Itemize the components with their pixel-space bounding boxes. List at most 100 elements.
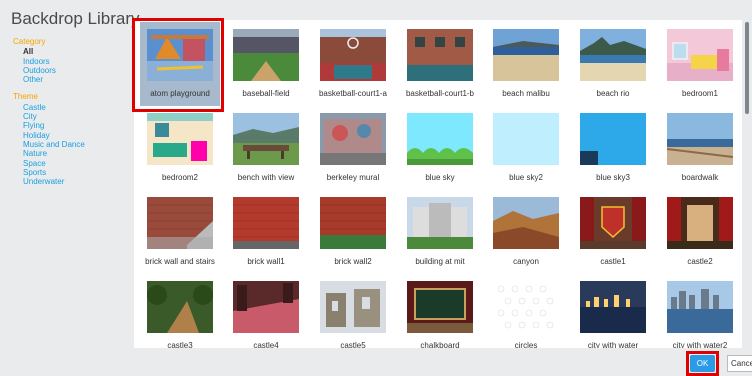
city-night-image: [580, 281, 646, 333]
backdrop-boardwalk[interactable]: boardwalk: [660, 106, 740, 190]
forest-path-image: [147, 281, 213, 333]
backdrop-label: berkeley mural: [326, 173, 380, 182]
category-indoors[interactable]: Indoors: [13, 57, 128, 66]
backdrop-bedroom2[interactable]: bedroom2: [140, 106, 220, 190]
blue-sky-image: [493, 113, 559, 165]
theme-heading: Theme: [13, 92, 38, 102]
category-heading: Category: [13, 37, 46, 46]
backdrop-label: bedroom2: [161, 173, 199, 182]
backdrop-atom-playground[interactable]: atom playground: [140, 22, 220, 106]
brick-building-image: [407, 29, 473, 81]
theme-sports[interactable]: Sports: [13, 168, 128, 177]
backdrop-beach-rio[interactable]: beach rio: [573, 22, 653, 106]
backdrop-label: atom playground: [150, 89, 210, 98]
backdrop-chalkboard[interactable]: chalkboard: [400, 274, 480, 348]
backdrop-basketball-court1-a[interactable]: basketball-court1-a: [313, 22, 393, 106]
beach-image: [493, 29, 559, 81]
backdrop-brick-wall-and-stairs[interactable]: brick wall and stairs: [140, 190, 220, 274]
backdrop-castle2[interactable]: castle2: [660, 190, 740, 274]
backdrop-castle1[interactable]: castle1: [573, 190, 653, 274]
building-image: [407, 197, 473, 249]
grid-scrollbar[interactable]: [745, 20, 749, 348]
backdrop-label: brick wall2: [334, 257, 372, 266]
backdrop-label: brick wall1: [247, 257, 285, 266]
backdrop-label: bench with view: [237, 173, 295, 182]
dialog-title: Backdrop Library: [11, 9, 140, 28]
backdrop-brick-wall2[interactable]: brick wall2: [313, 190, 393, 274]
theme-flying[interactable]: Flying: [13, 121, 128, 130]
beach-mountain-image: [580, 29, 646, 81]
scrollbar-thumb[interactable]: [745, 22, 749, 114]
backdrop-label: basketball-court1-b: [405, 89, 475, 98]
ok-button[interactable]: OK: [690, 355, 715, 372]
backdrop-label: bedroom1: [681, 89, 719, 98]
theme-city[interactable]: City: [13, 112, 128, 121]
backdrop-label: blue sky2: [509, 173, 543, 182]
backdrop-blue-sky2[interactable]: blue sky2: [486, 106, 566, 190]
theme-music-and-dance[interactable]: Music and Dance: [13, 140, 128, 149]
backdrop-label: castle1: [600, 257, 626, 266]
backdrop-city-with-water[interactable]: city with water: [573, 274, 653, 348]
bedroom-image: [667, 29, 733, 81]
backdrop-bedroom1[interactable]: bedroom1: [660, 22, 740, 106]
backdrop-label: city with water2: [672, 341, 728, 348]
baseball-field-image: [233, 29, 299, 81]
city-day-image: [667, 281, 733, 333]
boardwalk-image: [667, 113, 733, 165]
playground-image: [147, 29, 213, 81]
blue-sky-hills-image: [407, 113, 473, 165]
castle-ruins-image: [320, 281, 386, 333]
backdrop-building-at-mit[interactable]: building at mit: [400, 190, 480, 274]
circles-pattern-image: [493, 281, 559, 333]
backdrop-label: basketball-court1-a: [318, 89, 388, 98]
backdrop-grid: atom playground baseball-field basketball-…: [134, 20, 742, 348]
theme-space[interactable]: Space: [13, 159, 128, 168]
backdrop-label: castle2: [687, 257, 713, 266]
backdrop-label: boardwalk: [681, 173, 719, 182]
cancel-button[interactable]: Cancel: [727, 355, 752, 372]
backdrop-label: canyon: [513, 257, 539, 266]
chalkboard-image: [407, 281, 473, 333]
backdrop-beach-malibu[interactable]: beach malibu: [486, 22, 566, 106]
category-outdoors[interactable]: Outdoors: [13, 66, 128, 75]
backdrop-label: castle5: [340, 341, 366, 348]
backdrop-circles[interactable]: circles: [486, 274, 566, 348]
castle-hall-image: [233, 281, 299, 333]
backdrop-label: brick wall and stairs: [145, 257, 215, 266]
category-other[interactable]: Other: [13, 75, 128, 84]
backdrop-label: blue sky: [425, 173, 455, 182]
backdrop-label: beach malibu: [502, 89, 550, 98]
theme-underwater[interactable]: Underwater: [13, 177, 128, 186]
backdrop-label: city with water: [587, 341, 639, 348]
brick-wall-grass-image: [320, 197, 386, 249]
backdrop-blue-sky[interactable]: blue sky: [400, 106, 480, 190]
theme-nature[interactable]: Nature: [13, 149, 128, 158]
backdrop-brick-wall1[interactable]: brick wall1: [226, 190, 306, 274]
backdrop-label: building at mit: [415, 257, 465, 266]
backdrop-berkeley-mural[interactable]: berkeley mural: [313, 106, 393, 190]
sidebar: Category All Indoors Outdoors Other Them…: [13, 37, 128, 186]
category-all[interactable]: All: [13, 47, 128, 56]
backdrop-label: blue sky3: [596, 173, 630, 182]
backdrop-label: beach rio: [596, 89, 630, 98]
backdrop-castle4[interactable]: castle4: [226, 274, 306, 348]
backdrop-bench-with-view[interactable]: bench with view: [226, 106, 306, 190]
blue-sky-image: [580, 113, 646, 165]
backdrop-city-with-water2[interactable]: city with water2: [660, 274, 740, 348]
backdrop-canyon[interactable]: canyon: [486, 190, 566, 274]
backdrop-castle5[interactable]: castle5: [313, 274, 393, 348]
bench-image: [233, 113, 299, 165]
backdrop-basketball-court1-b[interactable]: basketball-court1-b: [400, 22, 480, 106]
castle-curtain-image: [667, 197, 733, 249]
castle-shield-image: [580, 197, 646, 249]
backdrop-label: chalkboard: [420, 341, 460, 348]
bedroom-image: [147, 113, 213, 165]
mural-image: [320, 113, 386, 165]
backdrop-castle3[interactable]: castle3: [140, 274, 220, 348]
theme-castle[interactable]: Castle: [13, 103, 128, 112]
backdrop-blue-sky3[interactable]: blue sky3: [573, 106, 653, 190]
brick-stairs-image: [147, 197, 213, 249]
backdrop-baseball-field[interactable]: baseball-field: [226, 22, 306, 106]
theme-holiday[interactable]: Holiday: [13, 131, 128, 140]
canyon-image: [493, 197, 559, 249]
